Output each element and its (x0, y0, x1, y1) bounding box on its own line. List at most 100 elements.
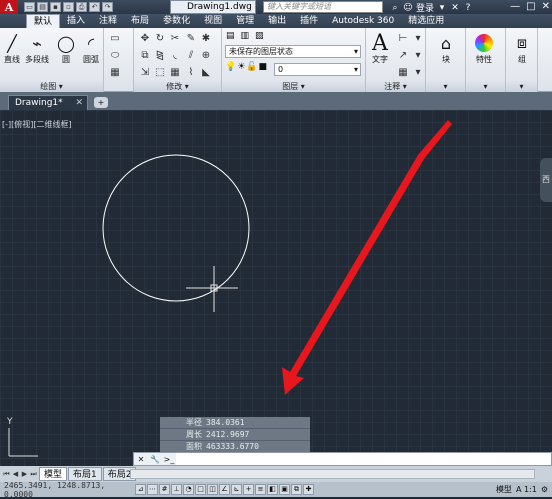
stretch-icon[interactable]: ⇲ (138, 65, 152, 81)
undo-icon[interactable]: ↶ (89, 2, 100, 12)
arc-button[interactable]: ◜ 圆弧 (80, 32, 102, 65)
workspace-gear-icon[interactable]: ⚙ (541, 485, 548, 494)
close-button[interactable]: ✕ (542, 1, 550, 12)
horizontal-scrollbar[interactable] (130, 469, 535, 479)
search-input[interactable]: 键入关键字或短语 (263, 1, 383, 13)
new-tab-button[interactable]: + (94, 97, 108, 108)
properties-button[interactable]: 特性 (473, 32, 495, 65)
polar-icon[interactable]: ◔ (183, 484, 194, 495)
lock-icon[interactable]: 🔓 (246, 62, 257, 72)
block-panel-dropdown[interactable]: ▾ (426, 81, 465, 92)
ducs-icon[interactable]: ⊾ (231, 484, 242, 495)
save-as-icon[interactable]: ▫ (63, 2, 74, 12)
user-icon[interactable]: ☺ (403, 3, 413, 13)
selection-cycling-icon[interactable]: ⧉ (291, 484, 302, 495)
tab-plugins[interactable]: 插件 (293, 14, 325, 28)
polyline-button[interactable]: ⌁ 多段线 (25, 32, 49, 65)
annotation-monitor-icon[interactable]: ✚ (303, 484, 314, 495)
text-button[interactable]: A 文字 (369, 31, 391, 65)
dimension-icon[interactable]: ⊢ (396, 31, 410, 47)
line-button[interactable]: ╱ 直线 (1, 32, 23, 65)
tab-layout[interactable]: 布局 (124, 14, 156, 28)
annotation-panel-title[interactable]: 注释 ▾ (366, 81, 425, 92)
lineweight-icon[interactable]: ≡ (255, 484, 266, 495)
close-command-icon[interactable]: ✕ (134, 455, 148, 464)
osnap-icon[interactable]: □ (195, 484, 206, 495)
transparency-icon[interactable]: ◧ (267, 484, 278, 495)
tab-autodesk-360[interactable]: Autodesk 360 (325, 14, 401, 28)
layer-state-dropdown[interactable]: 未保存的图层状态 (225, 45, 361, 58)
new-file-icon[interactable]: ▭ (24, 2, 35, 12)
close-tab-icon[interactable]: ✕ (75, 96, 83, 111)
next-layout-icon[interactable]: ▶ (20, 470, 29, 478)
current-layer-dropdown[interactable]: 0 (274, 63, 361, 76)
wrench-icon[interactable]: 🔧 (148, 455, 162, 464)
last-layout-icon[interactable]: ⏭ (29, 470, 38, 479)
tab-featured-apps[interactable]: 精选应用 (401, 14, 451, 28)
properties-panel-dropdown[interactable]: ▾ (466, 81, 505, 92)
maximize-button[interactable]: □ (526, 1, 535, 12)
save-icon[interactable]: ▪ (50, 2, 61, 12)
array-icon[interactable]: ▦ (168, 65, 182, 81)
leader-icon[interactable]: ↗ (396, 48, 410, 64)
color-swatch-icon[interactable]: ■ (259, 62, 268, 72)
mirror-icon[interactable]: ⧎ (153, 48, 167, 64)
chamfer-icon[interactable]: ◣ (199, 65, 213, 81)
draw-panel-title[interactable]: 绘图 ▾ (0, 81, 103, 92)
tab-annotate[interactable]: 注释 (92, 14, 124, 28)
redo-icon[interactable]: ↷ (102, 2, 113, 12)
hatch-icon[interactable]: ▦ (108, 65, 122, 81)
scale-icon[interactable]: ⬚ (153, 65, 167, 81)
open-file-icon[interactable]: ▤ (37, 2, 48, 12)
break-icon[interactable]: ⌇ (184, 65, 198, 81)
prev-layout-icon[interactable]: ◀ (11, 470, 20, 478)
tab-view[interactable]: 视图 (197, 14, 229, 28)
table-icon[interactable]: ▦ (396, 65, 410, 81)
sun-icon[interactable]: ☀ (237, 62, 245, 72)
infer-constraints-icon[interactable]: ⊿ (135, 484, 146, 495)
tab-output[interactable]: 输出 (261, 14, 293, 28)
quick-properties-icon[interactable]: ▣ (279, 484, 290, 495)
move-icon[interactable]: ✥ (138, 31, 152, 47)
layer-isolate-icon[interactable]: ▧ (255, 31, 264, 41)
snap-icon[interactable]: ⋯ (147, 484, 158, 495)
file-tab-drawing1[interactable]: Drawing1* ✕ (8, 95, 88, 110)
rotate-icon[interactable]: ↻ (153, 31, 167, 47)
tab-parametric[interactable]: 参数化 (156, 14, 197, 28)
tab-default[interactable]: 默认 (26, 14, 61, 28)
ortho-icon[interactable]: ⊥ (171, 484, 182, 495)
groups-button[interactable]: ⧈ 组 (511, 32, 533, 65)
join-icon[interactable]: ⊕ (199, 48, 213, 64)
ellipse-icon[interactable]: ⬭ (108, 48, 122, 64)
table-dropdown-icon[interactable]: ▾ (411, 65, 425, 81)
tab-model[interactable]: 模型 (39, 467, 68, 481)
plot-icon[interactable]: ⎙ (76, 2, 87, 12)
exchange-icon[interactable]: ✕ (450, 3, 460, 13)
application-menu-button[interactable]: A (0, 0, 18, 14)
model-space-button[interactable]: 模型 (496, 484, 512, 495)
otrack-icon[interactable]: ∠ (219, 484, 230, 495)
bulb-icon[interactable]: 💡 (225, 62, 236, 72)
annotation-scale-button[interactable]: A 1:1 (516, 485, 537, 494)
chevron-down-icon[interactable]: ▾ (437, 3, 447, 13)
erase-icon[interactable]: ✎ (184, 31, 198, 47)
3d-osnap-icon[interactable]: ◫ (207, 484, 218, 495)
command-input[interactable] (176, 453, 551, 465)
circle-button[interactable]: ◯ 圆 (55, 32, 77, 65)
grid-icon[interactable]: # (159, 484, 170, 495)
leader-dropdown-icon[interactable]: ▾ (411, 48, 425, 64)
modify-panel-title[interactable]: 修改 ▾ (134, 81, 221, 92)
explode-icon[interactable]: ✱ (199, 31, 213, 47)
drawn-circle[interactable] (102, 154, 250, 302)
minimize-button[interactable]: — (510, 1, 520, 12)
drawing-canvas[interactable]: [-][俯视][二维线框] 西 Y 半径 384.0361 周长 2412.96… (0, 110, 552, 466)
copy-icon[interactable]: ⧉ (138, 48, 152, 64)
layer-properties-icon[interactable]: ▤ (226, 31, 235, 41)
search-icon[interactable]: ⌕ (390, 3, 400, 13)
groups-panel-dropdown[interactable]: ▾ (506, 81, 537, 92)
dim-dropdown-icon[interactable]: ▾ (411, 31, 425, 47)
help-icon[interactable]: ? (463, 3, 473, 13)
tab-insert[interactable]: 插入 (60, 14, 92, 28)
tab-manage[interactable]: 管理 (229, 14, 261, 28)
block-button[interactable]: ⌂ 块 (435, 32, 457, 65)
